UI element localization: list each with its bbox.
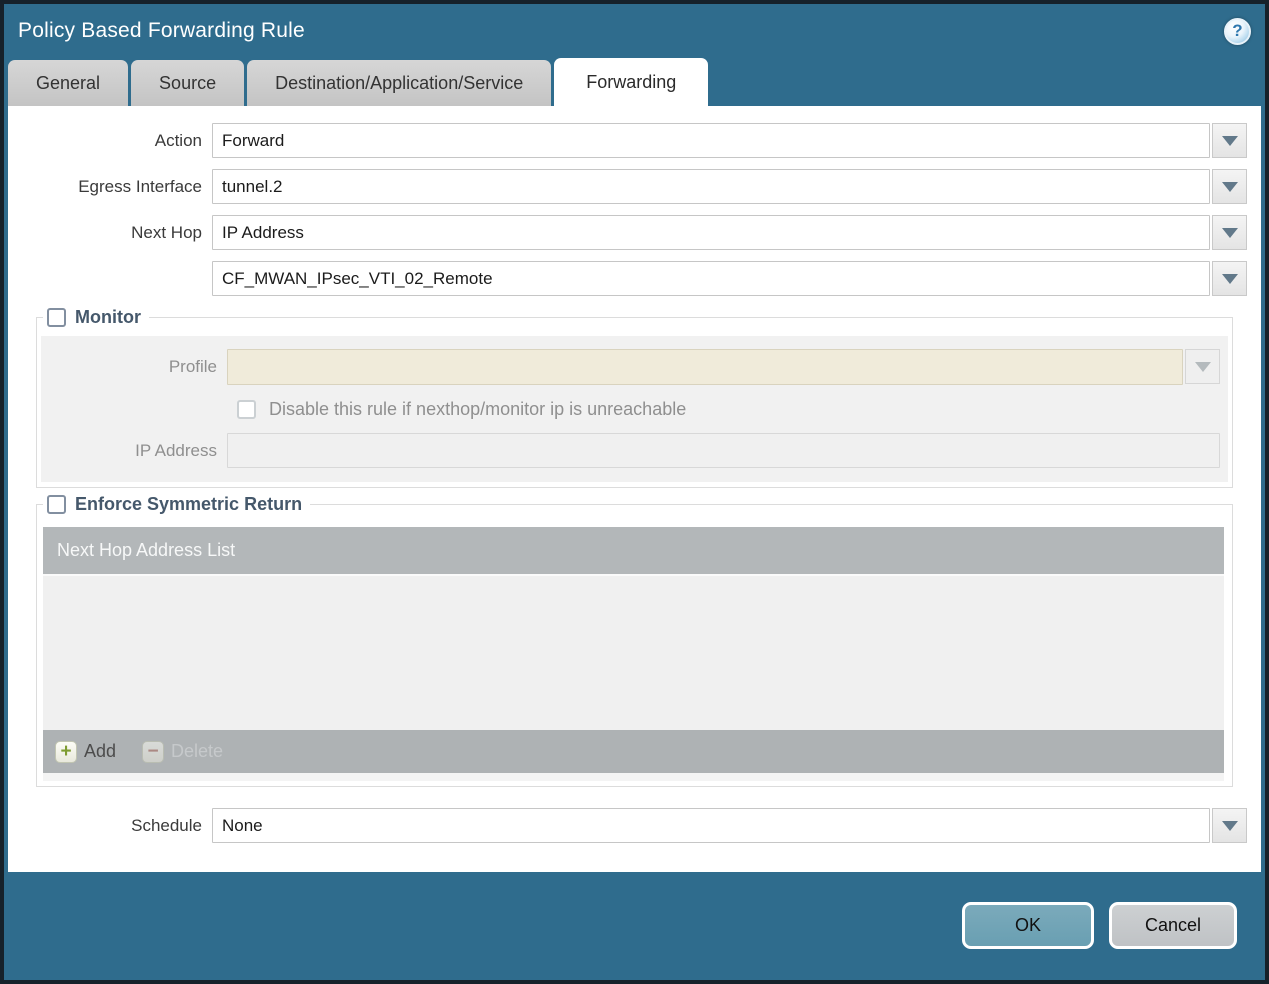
egress-interface-combo	[212, 169, 1247, 204]
profile-combo	[227, 349, 1220, 385]
monitor-title: Monitor	[75, 307, 141, 327]
tab-content-forwarding: Action Egress Interface Next Hop	[8, 106, 1261, 872]
profile-row: Profile	[41, 349, 1220, 385]
monitor-checkbox[interactable]	[47, 308, 66, 327]
schedule-label: Schedule	[131, 815, 202, 835]
profile-dropdown-button	[1185, 349, 1220, 384]
action-combo	[212, 123, 1247, 158]
table-body[interactable]	[43, 574, 1224, 730]
chevron-down-icon	[1221, 273, 1238, 284]
schedule-input[interactable]	[212, 808, 1210, 843]
chevron-down-icon	[1221, 227, 1238, 238]
tab-general[interactable]: General	[8, 60, 129, 106]
delete-button: − Delete	[142, 740, 224, 763]
help-icon[interactable]: ?	[1224, 17, 1251, 45]
next-hop-input[interactable]	[212, 215, 1210, 250]
add-button-label: Add	[84, 741, 117, 761]
chevron-down-icon	[1221, 181, 1238, 192]
monitor-legend: Monitor	[43, 307, 149, 328]
next-hop-address-input[interactable]	[212, 261, 1210, 296]
tab-destination-application-service[interactable]: Destination/Application/Service	[247, 60, 552, 106]
profile-label: Profile	[168, 357, 217, 376]
table-toolbar: + Add − Delete	[43, 730, 1224, 773]
add-button[interactable]: + Add	[55, 740, 117, 763]
minus-icon: −	[142, 740, 165, 763]
symmetric-return-section: Enforce Symmetric Return Next Hop Addres…	[36, 494, 1233, 787]
schedule-dropdown-button[interactable]	[1212, 808, 1247, 843]
delete-button-label: Delete	[171, 741, 224, 761]
monitor-ip-address-combo	[227, 433, 1220, 468]
tab-forwarding[interactable]: Forwarding	[554, 58, 709, 106]
schedule-row: Schedule	[8, 808, 1247, 843]
pbf-rule-dialog: Policy Based Forwarding Rule ? General S…	[0, 0, 1269, 984]
monitor-ip-address-row: IP Address	[41, 433, 1220, 468]
monitor-panel: Profile Disable this rule if nexthop/mon…	[41, 336, 1228, 482]
monitor-ip-address-label: IP Address	[135, 440, 217, 460]
chevron-down-icon	[1221, 820, 1238, 831]
dialog-titlebar: Policy Based Forwarding Rule ?	[4, 4, 1265, 58]
plus-icon: +	[55, 740, 77, 763]
schedule-combo	[212, 808, 1247, 843]
tab-bar: General Source Destination/Application/S…	[4, 58, 1265, 106]
next-hop-combo	[212, 215, 1247, 250]
symmetric-return-legend: Enforce Symmetric Return	[43, 494, 310, 515]
dialog-footer: OK Cancel	[4, 872, 1265, 980]
action-row: Action	[8, 123, 1247, 158]
egress-interface-dropdown-button[interactable]	[1212, 169, 1247, 204]
next-hop-address-list-table: Next Hop Address List + Add − Delete	[43, 527, 1224, 781]
next-hop-address-combo	[212, 261, 1247, 296]
dialog-title: Policy Based Forwarding Rule	[18, 19, 305, 42]
next-hop-label: Next Hop	[131, 222, 202, 242]
action-input[interactable]	[212, 123, 1210, 158]
disable-rule-checkbox	[237, 400, 256, 419]
cancel-button[interactable]: Cancel	[1109, 902, 1237, 949]
monitor-ip-address-input	[227, 433, 1220, 468]
egress-interface-row: Egress Interface	[8, 169, 1247, 204]
action-label: Action	[154, 130, 202, 150]
table-header: Next Hop Address List	[43, 527, 1224, 574]
next-hop-row: Next Hop	[8, 215, 1247, 250]
egress-interface-input[interactable]	[212, 169, 1210, 204]
next-hop-address-row	[8, 261, 1247, 296]
egress-interface-label: Egress Interface	[78, 176, 202, 196]
disable-rule-label: Disable this rule if nexthop/monitor ip …	[269, 399, 687, 419]
chevron-down-icon	[1194, 361, 1211, 372]
action-dropdown-button[interactable]	[1212, 123, 1247, 158]
ok-button[interactable]: OK	[962, 902, 1094, 949]
disable-rule-row: Disable this rule if nexthop/monitor ip …	[237, 399, 1220, 420]
chevron-down-icon	[1221, 135, 1238, 146]
profile-input	[227, 349, 1183, 385]
monitor-section: Monitor Profile Disable this rule if nex…	[36, 307, 1233, 488]
next-hop-address-dropdown-button[interactable]	[1212, 261, 1247, 296]
table-bottom-strip	[43, 773, 1224, 781]
next-hop-dropdown-button[interactable]	[1212, 215, 1247, 250]
symmetric-return-checkbox[interactable]	[47, 495, 66, 514]
tab-source[interactable]: Source	[131, 60, 245, 106]
symmetric-return-title: Enforce Symmetric Return	[75, 494, 303, 514]
